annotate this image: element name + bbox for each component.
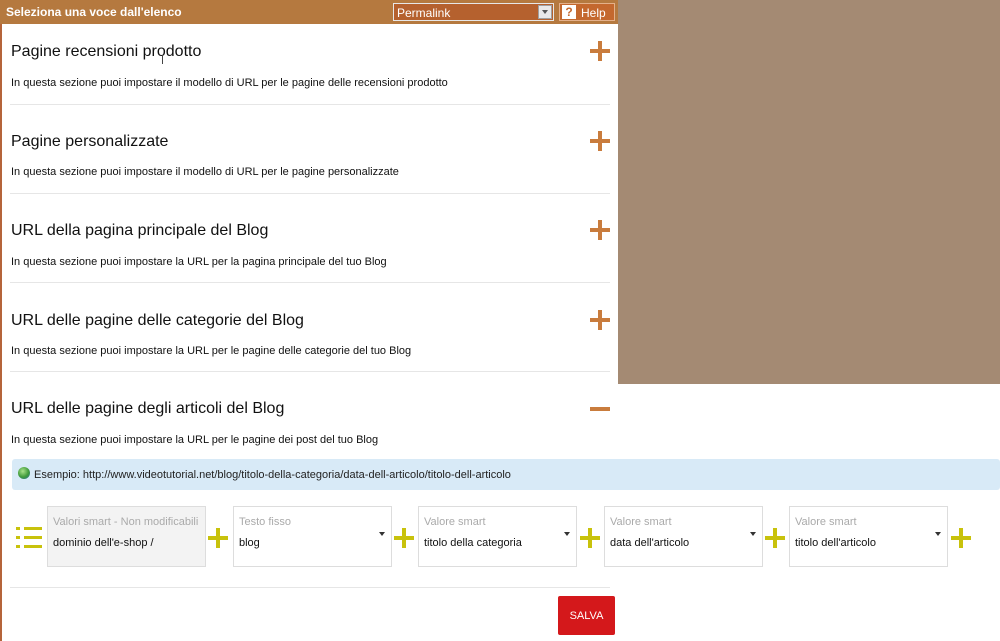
section-description: In questa sezione puoi impostare il mode… xyxy=(11,166,399,178)
example-url-text: Esempio: http://www.videotutorial.net/bl… xyxy=(34,469,511,481)
globe-icon xyxy=(18,467,30,479)
help-button[interactable]: ? Help xyxy=(559,3,615,21)
url-segment-domain: Valori smart - Non modificabili dominio … xyxy=(47,506,206,567)
field-label: Testo fisso xyxy=(239,516,291,528)
field-value: blog xyxy=(239,537,260,549)
caret-down-icon[interactable] xyxy=(379,532,385,536)
field-value: titolo dell'articolo xyxy=(795,537,876,549)
expand-plus-icon[interactable] xyxy=(590,220,610,240)
list-icon[interactable] xyxy=(16,527,42,549)
section-select-value: Permalink xyxy=(397,6,451,20)
question-icon: ? xyxy=(562,5,576,19)
field-value: dominio dell'e-shop / xyxy=(53,537,154,549)
add-segment-plus-icon[interactable] xyxy=(765,528,785,548)
section-description: In questa sezione puoi impostare la URL … xyxy=(11,434,379,446)
expand-plus-icon[interactable] xyxy=(590,41,610,61)
header-title: Seleziona una voce dall'elenco xyxy=(6,5,182,19)
field-label: Valore smart xyxy=(795,516,857,528)
section-title-blog-categories[interactable]: URL delle pagine delle categorie del Blo… xyxy=(11,312,304,330)
expand-plus-icon[interactable] xyxy=(590,131,610,151)
panel-header: Seleziona una voce dall'elenco Permalink… xyxy=(0,0,618,24)
section-description: In questa sezione puoi impostare il mode… xyxy=(11,77,448,89)
url-segment-fixed-text[interactable]: Testo fisso blog xyxy=(233,506,392,567)
section-divider xyxy=(10,104,610,105)
add-segment-plus-icon[interactable] xyxy=(951,528,971,548)
caret-down-icon[interactable] xyxy=(750,532,756,536)
collapse-minus-icon[interactable] xyxy=(590,407,610,411)
caret-down-icon[interactable] xyxy=(935,532,941,536)
field-value: titolo della categoria xyxy=(424,537,522,549)
expand-plus-icon[interactable] xyxy=(590,310,610,330)
section-title-product-reviews[interactable]: Pagine recensioni prodotto xyxy=(11,43,201,61)
section-description: In questa sezione puoi impostare la URL … xyxy=(11,345,412,357)
section-select[interactable]: Permalink xyxy=(393,3,554,21)
save-button[interactable]: SALVA xyxy=(558,596,615,635)
chevron-down-icon[interactable] xyxy=(538,5,552,19)
add-segment-plus-icon[interactable] xyxy=(208,528,228,548)
text-cursor-icon xyxy=(162,55,164,64)
field-label: Valore smart xyxy=(610,516,672,528)
url-segment-article-date[interactable]: Valore smart data dell'articolo xyxy=(604,506,763,567)
section-divider xyxy=(10,371,610,372)
field-label: Valore smart xyxy=(424,516,486,528)
section-divider xyxy=(10,193,610,194)
help-label: Help xyxy=(581,6,606,20)
field-label: Valori smart - Non modificabili xyxy=(53,516,199,528)
url-segment-article-title[interactable]: Valore smart titolo dell'articolo xyxy=(789,506,948,567)
section-title-custom-pages[interactable]: Pagine personalizzate xyxy=(11,133,168,151)
field-value: data dell'articolo xyxy=(610,537,690,549)
url-segment-category-title[interactable]: Valore smart titolo della categoria xyxy=(418,506,577,567)
add-segment-plus-icon[interactable] xyxy=(580,528,600,548)
section-title-blog-home[interactable]: URL della pagina principale del Blog xyxy=(11,222,268,240)
example-banner: Esempio: http://www.videotutorial.net/bl… xyxy=(12,459,1000,490)
section-title-blog-articles[interactable]: URL delle pagine degli articoli del Blog xyxy=(11,400,284,418)
section-description: In questa sezione puoi impostare la URL … xyxy=(11,256,387,268)
section-divider xyxy=(10,282,610,283)
add-segment-plus-icon[interactable] xyxy=(394,528,414,548)
caret-down-icon[interactable] xyxy=(564,532,570,536)
section-divider xyxy=(10,587,610,588)
